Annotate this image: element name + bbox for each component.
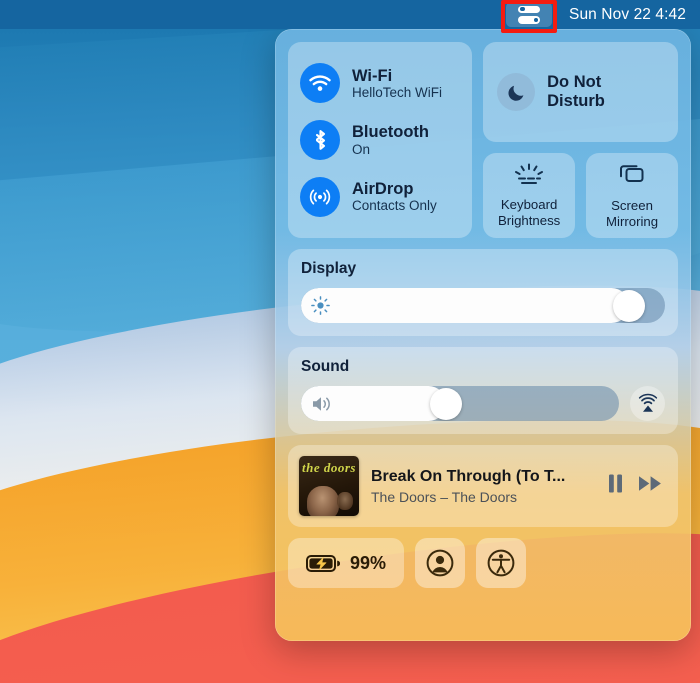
- desktop-screen: Sun Nov 22 4:42 Wi-Fi HelloTec: [0, 0, 700, 683]
- bluetooth-row[interactable]: Bluetooth On: [300, 120, 460, 160]
- speaker-icon: [311, 395, 333, 413]
- battery-charging-icon: [306, 554, 340, 573]
- airdrop-row[interactable]: AirDrop Contacts Only: [300, 177, 460, 217]
- airdrop-title: AirDrop: [352, 180, 437, 198]
- moon-icon: [497, 73, 535, 111]
- wifi-subtitle: HelloTech WiFi: [352, 85, 442, 100]
- now-playing-card: the doors Break On Through (To T... The …: [288, 445, 678, 527]
- kb-line1: Keyboard: [501, 197, 557, 212]
- bluetooth-subtitle: On: [352, 142, 429, 157]
- now-playing-title: Break On Through (To T...: [371, 468, 595, 486]
- bluetooth-title: Bluetooth: [352, 123, 429, 141]
- dnd-line1: Do Not: [547, 73, 601, 91]
- control-center-toggles-icon: [518, 6, 540, 24]
- keyboard-brightness-label: Keyboard Brightness: [498, 197, 560, 228]
- airplay-audio-icon: [637, 393, 659, 415]
- brightness-sun-icon: [311, 296, 330, 315]
- bottom-actions-row: 99%: [288, 538, 678, 588]
- display-title: Display: [301, 260, 665, 278]
- bluetooth-icon: [300, 120, 340, 160]
- wifi-icon: [300, 63, 340, 103]
- now-playing-subtitle: The Doors – The Doors: [371, 489, 595, 505]
- do-not-disturb-label: Do Not Disturb: [547, 73, 605, 111]
- do-not-disturb-tile[interactable]: Do Not Disturb: [483, 42, 678, 142]
- accessibility-button[interactable]: [476, 538, 526, 588]
- accessibility-icon: [487, 549, 515, 577]
- menu-bar: Sun Nov 22 4:42: [0, 0, 700, 29]
- sound-title: Sound: [301, 358, 665, 376]
- screen-mirroring-label: Screen Mirroring: [606, 198, 658, 229]
- display-brightness-slider[interactable]: [301, 288, 665, 323]
- menu-bar-clock[interactable]: Sun Nov 22 4:42: [569, 6, 686, 24]
- control-center-menubar-item[interactable]: [501, 0, 557, 29]
- album-art-text: the doors: [299, 460, 359, 476]
- sound-slider-knob[interactable]: [430, 388, 462, 420]
- airplay-audio-button[interactable]: [630, 386, 665, 421]
- display-card: Display: [288, 249, 678, 336]
- fast-forward-button[interactable]: [638, 474, 663, 498]
- sm-line1: Screen: [611, 198, 653, 213]
- battery-status-tile[interactable]: 99%: [288, 538, 404, 588]
- screen-mirroring-tile[interactable]: Screen Mirroring: [586, 153, 678, 238]
- fast-forward-icon: [638, 474, 663, 493]
- sound-volume-slider[interactable]: [301, 386, 619, 421]
- pause-icon: [607, 473, 624, 494]
- album-artwork: the doors: [299, 456, 359, 516]
- airdrop-icon: [300, 177, 340, 217]
- wifi-row[interactable]: Wi-Fi HelloTech WiFi: [300, 63, 460, 103]
- dnd-line2: Disturb: [547, 92, 605, 110]
- control-center-panel: Wi-Fi HelloTech WiFi Bluetooth On: [275, 29, 691, 641]
- sound-card: Sound: [288, 347, 678, 434]
- airdrop-subtitle: Contacts Only: [352, 198, 437, 213]
- keyboard-brightness-tile[interactable]: Keyboard Brightness: [483, 153, 575, 238]
- pause-button[interactable]: [607, 473, 624, 499]
- screen-mirroring-icon: [618, 162, 646, 191]
- display-slider-knob[interactable]: [613, 290, 645, 322]
- battery-percent: 99%: [350, 553, 386, 574]
- kb-line2: Brightness: [498, 213, 560, 228]
- connectivity-tile: Wi-Fi HelloTech WiFi Bluetooth On: [288, 42, 472, 238]
- user-account-button[interactable]: [415, 538, 465, 588]
- user-account-icon: [426, 549, 454, 577]
- sm-line2: Mirroring: [606, 214, 658, 229]
- keyboard-brightness-icon: [513, 163, 545, 190]
- wifi-title: Wi-Fi: [352, 67, 442, 85]
